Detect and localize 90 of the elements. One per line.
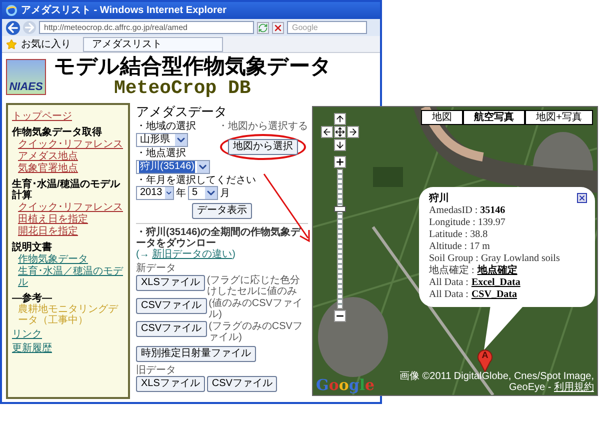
sidebar-note: 農耕地モニタリングデータ（工事中）	[18, 304, 120, 326]
sidebar-heading: 説明文書	[12, 242, 53, 253]
star-icon[interactable]	[6, 38, 17, 50]
field-label: ・地図から選択する	[218, 121, 308, 132]
info-label: All Data :	[429, 277, 468, 289]
map-type-button[interactable]: 地図	[421, 110, 464, 125]
sidebar-link[interactable]: 気象官署地点	[18, 163, 124, 174]
file-button[interactable]: XLSファイル	[136, 275, 205, 291]
dropdown[interactable]: 山形県	[136, 133, 188, 147]
chevron-down-icon	[165, 187, 173, 199]
stop-icon[interactable]	[272, 22, 284, 34]
zoom-in-icon[interactable]	[334, 156, 346, 168]
sidebar-link[interactable]: 更新履歴	[12, 343, 52, 354]
section-title: アメダスデータ	[136, 104, 228, 119]
file-button[interactable]: CSVファイル	[206, 376, 278, 392]
sidebar-link[interactable]: 作物気象データ	[18, 254, 124, 265]
file-note: (フラグのみのCSVファイル)	[208, 321, 304, 343]
map-type-button[interactable]: 航空写真	[463, 110, 526, 125]
pan-left-icon[interactable]	[321, 126, 333, 138]
sidebar-heading: 作物気象データ取得	[12, 127, 103, 138]
info-row-text: Longitude : 139.97	[429, 217, 506, 229]
pan-center-icon[interactable]	[334, 126, 346, 138]
info-label: 地点確定 :	[429, 265, 474, 277]
file-button[interactable]: 時別推定日射量ファイル	[136, 346, 256, 362]
field-label: ・年月を選択してください	[136, 175, 257, 186]
group-label: 新データ	[136, 263, 177, 274]
window-title: アメダスリスト - Windows Internet Explorer	[21, 4, 226, 18]
file-note: (フラグに応じた色分けしたセルに値のみ	[206, 275, 302, 297]
info-row-text: Altitude : 17 m	[429, 241, 491, 253]
chevron-down-icon	[175, 134, 187, 146]
sidebar-heading: ―参考―	[12, 293, 53, 304]
pan-right-icon[interactable]	[347, 126, 359, 138]
field-label: ・地点選択	[136, 148, 187, 159]
unit-label: 年	[176, 188, 186, 198]
sidebar-link[interactable]: アメダス地点	[18, 151, 124, 162]
link-sentence: (→ 新旧データの違い)	[136, 249, 236, 260]
chevron-down-icon	[205, 187, 217, 199]
text-link[interactable]: 新旧データの違い	[152, 249, 232, 260]
info-label: All Data :	[429, 289, 468, 301]
map-logo: Google	[316, 377, 375, 393]
address-field[interactable]: http://meteocrop.dc.affrc.go.jp/real/amed	[39, 21, 254, 34]
info-link[interactable]: CSV_Data	[471, 289, 517, 301]
refresh-icon[interactable]	[257, 22, 269, 34]
zoom-out-icon[interactable]	[334, 310, 346, 322]
site-title: モデル結合型作物気象データ	[54, 55, 332, 78]
file-note: (値のみのCSVファイル)	[208, 298, 304, 320]
dropdown[interactable]: 5	[188, 186, 218, 200]
info-row-text: AmedasID : 35146	[429, 205, 506, 217]
back-icon[interactable]	[6, 20, 20, 34]
search-field[interactable]: Google	[287, 21, 367, 34]
dropdown[interactable]: 2013	[136, 186, 174, 200]
info-link[interactable]: Excel_Data	[471, 277, 520, 289]
dropdown[interactable]: 狩川(35146)	[136, 160, 210, 174]
show-data-button[interactable]: データ表示	[192, 203, 252, 219]
sidebar-link[interactable]: 田植え日を指定	[18, 214, 124, 225]
file-button[interactable]: XLSファイル	[136, 376, 205, 392]
sidebar-heading: 生育･水温/穂温のモデル計算	[12, 179, 122, 201]
zoom-slider-thumb[interactable]	[334, 206, 346, 212]
info-row-text: Soil Group : Gray Lowland soils	[429, 253, 561, 264]
terms-link[interactable]: 利用規約	[554, 382, 594, 393]
file-button[interactable]: CSVファイル	[136, 298, 207, 314]
close-icon[interactable]	[577, 193, 587, 203]
group-label: 旧データ	[136, 365, 177, 376]
file-button[interactable]: CSVファイル	[136, 321, 207, 337]
browser-logo-icon	[6, 5, 17, 16]
map-type-button[interactable]: 地図+写真	[525, 110, 593, 125]
sidebar-link[interactable]: クイック･リファレンス	[18, 139, 124, 150]
favorites-label[interactable]: お気に入り	[21, 36, 71, 52]
info-row-text: Latitude : 38.8	[429, 229, 489, 241]
sidebar-link[interactable]: トップページ	[12, 111, 72, 122]
sidebar-link[interactable]: リンク	[12, 329, 42, 340]
logo: NIAES	[6, 59, 46, 95]
marker-label: A	[480, 349, 490, 361]
site-subtitle: MeteoCrop DB	[114, 78, 252, 99]
zoom-slider-track[interactable]	[337, 169, 343, 309]
sidebar-link[interactable]: 生育･水温／穂温のモデル	[18, 266, 124, 288]
info-link[interactable]: 地点確定	[477, 265, 518, 277]
browser-tab[interactable]: アメダスリスト	[83, 36, 223, 52]
sidebar-link[interactable]: 開花日を指定	[18, 226, 124, 237]
download-heading: ・狩川(35146)の全期間の作物気象データをダウンロー	[136, 227, 302, 249]
unit-label: 月	[220, 188, 230, 198]
map-attribution: 画像 ©2011 DigitalGlobe, Cnes/Spot Image, GeoEye - 利用規約	[398, 371, 594, 393]
pan-up-icon[interactable]	[334, 113, 346, 125]
sidebar-link[interactable]: クイック･リファレンス	[18, 202, 124, 213]
field-label: ・地域の選択	[136, 121, 197, 132]
map-select-button[interactable]: 地図から選択	[228, 139, 298, 155]
pan-down-icon[interactable]	[334, 139, 346, 151]
station-name: 狩川	[429, 193, 449, 205]
chevron-down-icon	[197, 161, 209, 173]
marker-pin-icon	[477, 348, 493, 372]
